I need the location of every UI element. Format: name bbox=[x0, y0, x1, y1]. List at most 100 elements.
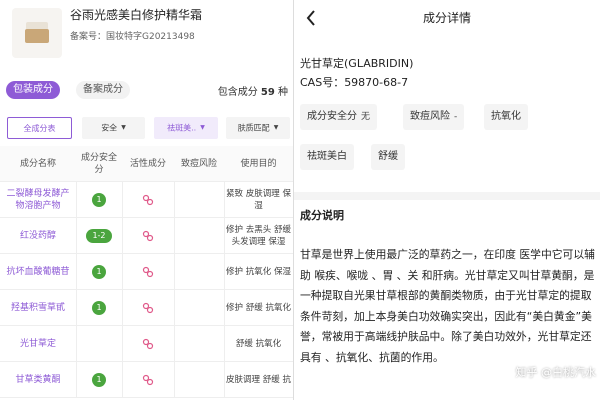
product-registration: 备案号：国妆特字G20213498 bbox=[70, 32, 195, 42]
detail-header: 成分详情 bbox=[294, 0, 600, 36]
column-divider bbox=[76, 182, 77, 218]
skin-match-filter-label: 肤质匹配 bbox=[237, 123, 270, 133]
ingredient-name-cell[interactable]: 羟基积雪草甙 bbox=[0, 290, 76, 326]
ingredient-count: 包含成分 59 种 bbox=[218, 83, 288, 98]
active-cell bbox=[122, 290, 174, 326]
use-purpose-cell: 修护 舒缓 抗氧化 bbox=[226, 303, 291, 313]
product-image[interactable] bbox=[12, 8, 62, 58]
ingredient-detail-panel: 成分详情 光甘草定(GLABRIDIN) CAS号：59870-68-7 成分安… bbox=[294, 0, 600, 400]
screen: 谷雨光感美白修护精华霜 备案号：国妆特字G20213498 包装成分 备案成分 … bbox=[0, 0, 600, 400]
soothing-chip[interactable]: 舒缓 bbox=[371, 144, 405, 170]
acne-risk-cell bbox=[174, 182, 224, 218]
active-ingredient-icon bbox=[142, 338, 154, 350]
safety-score-cell: 1 bbox=[76, 290, 122, 326]
table-row[interactable]: 抗坏血酸葡糖苷 1 修护 抗氧化 保湿 bbox=[0, 254, 293, 290]
acne-risk-cell bbox=[174, 362, 224, 398]
safety-filter[interactable]: 安全 ▼ bbox=[82, 117, 145, 139]
safety-score-value: 无 bbox=[361, 112, 371, 122]
ingredient-name-cell[interactable]: 红没药醇 bbox=[0, 218, 76, 254]
chevron-down-icon: ▼ bbox=[200, 124, 205, 131]
safety-score-chip[interactable]: 成分安全分无 bbox=[300, 104, 378, 130]
safety-score-badge: 1 bbox=[92, 373, 106, 387]
acne-risk-value: - bbox=[454, 112, 458, 122]
table-row[interactable]: 羟基积雪草甙 1 修护 舒缓 抗氧化 bbox=[0, 290, 293, 326]
column-divider bbox=[76, 362, 77, 398]
acne-risk-chip[interactable]: 致痘风险 - bbox=[403, 104, 465, 130]
header-active: 活性成分 bbox=[129, 159, 166, 169]
table-body: 二裂酵母发酵产物溶胞产物 1 紧致 皮肤调理 保湿红没药醇 1-2 修护 去黑头 舒缓 … bbox=[0, 182, 293, 398]
column-divider bbox=[76, 326, 77, 362]
safety-score-badge: 1 bbox=[92, 301, 106, 315]
ingredient-name-cell[interactable]: 甘草类黄酮 bbox=[0, 362, 76, 398]
skin-match-filter[interactable]: 肤质匹配 ▼ bbox=[226, 117, 290, 139]
acne-risk-cell bbox=[174, 218, 224, 254]
use-purpose-cell: 修护 去黑头 舒缓 头发调理 保湿 bbox=[226, 225, 291, 247]
column-divider bbox=[224, 362, 225, 398]
whitening-filter[interactable]: 祛斑美.. ▼ bbox=[154, 117, 218, 139]
whitening-filter-label: 祛斑美.. bbox=[167, 123, 197, 133]
ingredient-name-cell[interactable]: 光甘草定 bbox=[0, 326, 76, 362]
chevron-down-icon: ▼ bbox=[121, 124, 126, 131]
table-row[interactable]: 红没药醇 1-2 修护 去黑头 舒缓 头发调理 保湿 bbox=[0, 218, 293, 254]
ingredient-tabs: 包装成分 备案成分 包含成分 59 种 bbox=[0, 71, 293, 111]
filter-bar: 全成分表 安全 ▼ 祛斑美.. ▼ 肤质匹配 ▼ bbox=[0, 114, 293, 144]
ingredient-name-cell[interactable]: 二裂酵母发酵产物溶胞产物 bbox=[0, 182, 76, 218]
column-divider bbox=[122, 290, 123, 326]
table-header: 成分名称 成分安全分 活性成分 致痘风险 使用目的 bbox=[0, 146, 293, 182]
product-panel: 谷雨光感美白修护精华霜 备案号：国妆特字G20213498 包装成分 备案成分 … bbox=[0, 0, 293, 400]
table-row[interactable]: 甘草类黄酮 1 皮肤调理 舒缓 抗 bbox=[0, 362, 293, 398]
safety-score-cell: 1 bbox=[76, 362, 122, 398]
active-ingredient-icon bbox=[142, 302, 154, 314]
detail-title: 成分详情 bbox=[422, 11, 471, 25]
ingredient-name-cell[interactable]: 抗坏血酸葡糖苷 bbox=[0, 254, 76, 290]
chevron-down-icon: ▼ bbox=[273, 124, 279, 131]
active-cell bbox=[122, 218, 174, 254]
active-cell bbox=[122, 326, 174, 362]
tab-filing-ingredients[interactable]: 备案成分 bbox=[76, 81, 130, 99]
safety-score-badge: 1 bbox=[92, 193, 106, 207]
use-purpose-cell: 皮肤调理 舒缓 抗 bbox=[226, 375, 291, 385]
use-purpose-cell: 舒缓 抗氧化 bbox=[235, 339, 282, 349]
column-divider bbox=[174, 218, 175, 254]
active-cell bbox=[122, 254, 174, 290]
column-divider bbox=[122, 326, 123, 362]
header-name: 成分名称 bbox=[19, 159, 56, 169]
column-divider bbox=[122, 362, 123, 398]
column-divider bbox=[174, 326, 175, 362]
safety-score-cell: 1-2 bbox=[76, 218, 122, 254]
column-divider bbox=[122, 218, 123, 254]
active-ingredient-icon bbox=[142, 230, 154, 242]
column-divider bbox=[76, 254, 77, 290]
acne-risk-cell bbox=[174, 254, 224, 290]
table-row[interactable]: 二裂酵母发酵产物溶胞产物 1 紧致 皮肤调理 保湿 bbox=[0, 182, 293, 218]
ingredient-name: 光甘草定(GLABRIDIN) bbox=[300, 57, 414, 70]
column-divider bbox=[174, 254, 175, 290]
antioxidant-chip[interactable]: 抗氧化 bbox=[484, 104, 528, 130]
section-separator bbox=[294, 192, 600, 200]
column-divider bbox=[122, 254, 123, 290]
description-title: 成分说明 bbox=[300, 209, 344, 222]
safety-filter-label: 安全 bbox=[101, 123, 118, 133]
column-divider bbox=[76, 218, 77, 254]
product-header: 谷雨光感美白修护精华霜 备案号：国妆特字G20213498 bbox=[0, 0, 293, 66]
safety-score-badge: 1 bbox=[92, 265, 106, 279]
column-divider bbox=[224, 326, 225, 362]
header-acne-risk: 致痘风险 bbox=[180, 159, 217, 169]
use-purpose-cell: 修护 抗氧化 保湿 bbox=[226, 267, 291, 277]
column-divider bbox=[174, 182, 175, 218]
use-purpose-cell: 紧致 皮肤调理 保湿 bbox=[226, 189, 291, 211]
back-arrow-icon[interactable] bbox=[302, 8, 322, 28]
safety-score-cell bbox=[76, 326, 122, 362]
active-ingredient-icon bbox=[142, 266, 154, 278]
acne-risk-label: 致痘风险 bbox=[410, 111, 450, 122]
column-divider bbox=[174, 290, 175, 326]
whitening-chip[interactable]: 祛斑美白 bbox=[300, 144, 354, 170]
column-divider bbox=[224, 254, 225, 290]
table-row[interactable]: 光甘草定 舒缓 抗氧化 bbox=[0, 326, 293, 362]
full-ingredient-list-button[interactable]: 全成分表 bbox=[7, 117, 72, 139]
jar-body-shape bbox=[25, 29, 49, 43]
product-name: 谷雨光感美白修护精华霜 bbox=[70, 8, 203, 22]
header-safety-score: 成分安全分 bbox=[80, 153, 117, 175]
active-ingredient-icon bbox=[142, 194, 154, 206]
tab-packaging-ingredients[interactable]: 包装成分 bbox=[6, 81, 60, 99]
